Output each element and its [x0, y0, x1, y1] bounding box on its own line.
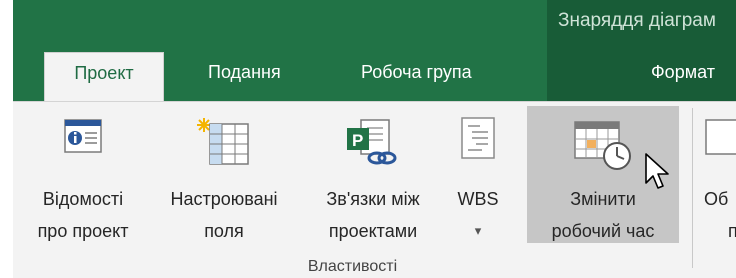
- wbs-icon: [461, 117, 495, 159]
- tab-view[interactable]: Подання: [208, 62, 281, 83]
- tab-format[interactable]: Формат: [651, 62, 715, 83]
- change-working-time-icon: [574, 121, 631, 170]
- change-working-time-label-2: робочий час: [551, 221, 655, 241]
- project-information-label-2: про проект: [37, 221, 129, 241]
- left-edge: [0, 0, 13, 278]
- tab-project[interactable]: Проект: [44, 52, 164, 101]
- links-between-projects-icon: P: [347, 119, 397, 165]
- project-information-icon: [64, 119, 102, 153]
- group-separator: [692, 108, 693, 268]
- wbs-dropdown-arrow[interactable]: ▾: [443, 223, 513, 239]
- links-between-projects-label-1: Зв'язки між: [326, 189, 420, 209]
- change-working-time-label-1: Змінити: [570, 189, 636, 209]
- mouse-pointer-icon: [645, 153, 669, 189]
- project-window: Знаряддя діаграм Проект Подання Робоча г…: [0, 0, 736, 278]
- custom-fields-label-1: Настроювані: [170, 189, 278, 209]
- partial-button-icon: [705, 119, 736, 155]
- tab-team[interactable]: Робоча група: [361, 62, 472, 83]
- partial-button-label-1: Об: [704, 189, 729, 209]
- project-information-button[interactable]: Відомості про проект: [20, 106, 146, 246]
- custom-fields-button[interactable]: Настроювані поля: [145, 106, 303, 246]
- svg-text:P: P: [352, 131, 363, 150]
- custom-fields-icon: [197, 118, 249, 165]
- custom-fields-label-2: поля: [204, 221, 244, 241]
- links-between-projects-button[interactable]: P Зв'язки між проектами: [303, 106, 443, 246]
- context-title: Знаряддя діаграм: [558, 10, 716, 31]
- links-between-projects-label-2: проектами: [328, 221, 418, 241]
- project-information-label-1: Відомості: [42, 189, 124, 209]
- group-label-properties: Властивості: [307, 258, 398, 275]
- partial-button-label-2: п: [728, 221, 736, 241]
- wbs-label: WBS: [457, 189, 499, 209]
- partial-next-button[interactable]: Об п: [700, 106, 736, 246]
- wbs-button[interactable]: WBS ▾: [443, 106, 513, 246]
